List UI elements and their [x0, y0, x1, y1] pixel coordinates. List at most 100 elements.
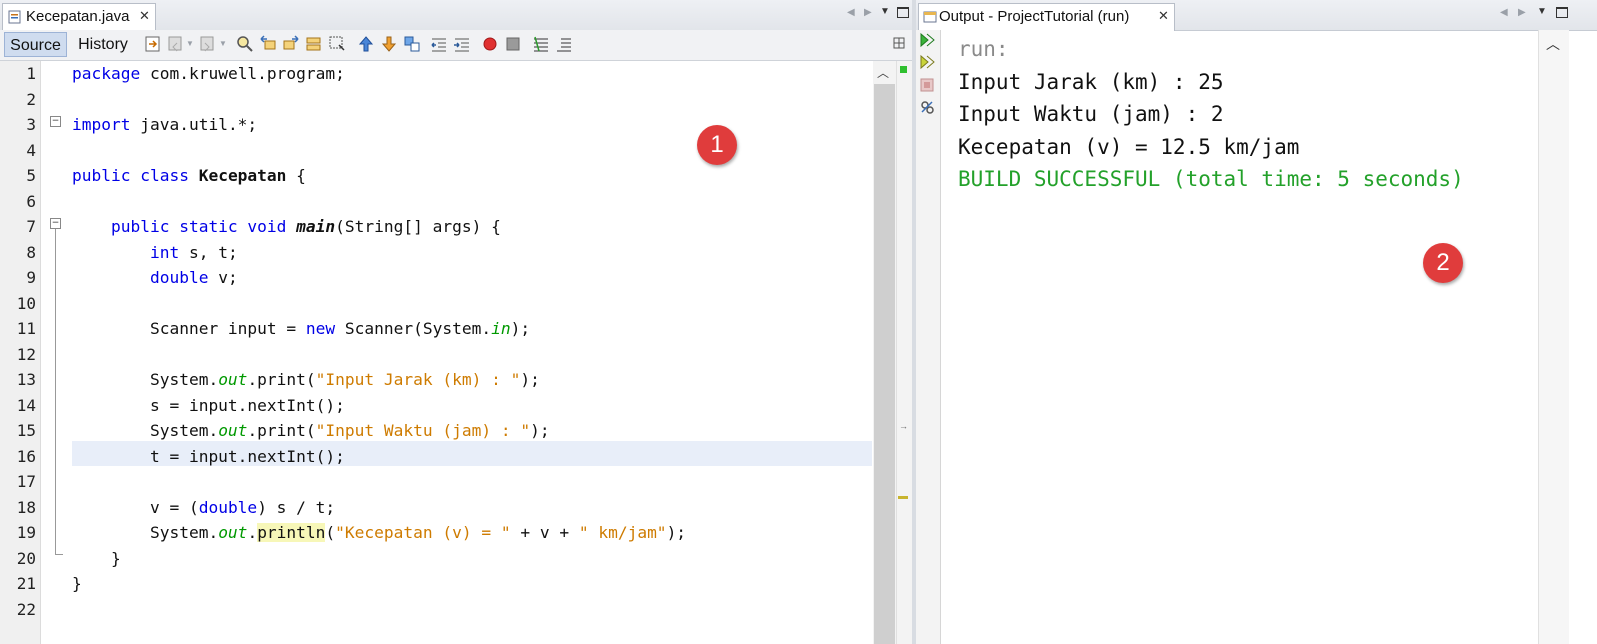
- history-button[interactable]: History: [70, 32, 136, 57]
- back-dropdown-icon[interactable]: ▼: [186, 39, 194, 48]
- code-line-14: s = input.nextInt();: [72, 395, 345, 415]
- line-number[interactable]: 8: [0, 240, 36, 266]
- line-number[interactable]: 9: [0, 265, 36, 291]
- output-vertical-scrollbar[interactable]: [1538, 30, 1569, 644]
- code-line-9: double v;: [149, 268, 238, 287]
- find-next-icon[interactable]: [282, 35, 300, 53]
- stop-macro-recording-icon[interactable]: [504, 35, 522, 53]
- occurrence-mark-icon[interactable]: [898, 496, 908, 499]
- split-editor-icon[interactable]: [893, 37, 905, 49]
- code-line-8: int s, t;: [149, 242, 238, 262]
- output-scroll-tabs-right-icon[interactable]: ▶: [1518, 7, 1526, 18]
- next-bookmark-icon[interactable]: [380, 35, 398, 53]
- last-edit-icon[interactable]: [144, 35, 162, 53]
- line-number[interactable]: 14: [0, 393, 36, 419]
- output-tab-label: Output - ProjectTutorial (run): [939, 8, 1130, 25]
- select-rect-icon[interactable]: [328, 35, 346, 53]
- line-number[interactable]: 3: [0, 112, 36, 138]
- line-number[interactable]: 21: [0, 571, 36, 597]
- annotation-badge-1: 1: [697, 125, 737, 165]
- line-number[interactable]: 6: [0, 189, 36, 215]
- line-number[interactable]: 2: [0, 87, 36, 113]
- shift-right-icon[interactable]: [453, 35, 471, 53]
- forward-icon[interactable]: [199, 35, 217, 53]
- output-line-build-successful: BUILD SUCCESSFUL (total time: 5 seconds): [958, 167, 1464, 191]
- line-number[interactable]: 12: [0, 342, 36, 368]
- stop-icon[interactable]: [919, 77, 935, 93]
- code-line-15: System.out.print("Input Waktu (jam) : ")…: [72, 421, 550, 440]
- java-file-icon: [8, 10, 21, 24]
- code-line-1: package com.kruwell.program;: [72, 64, 345, 83]
- output-line-hasil: Kecepatan (v) = 12.5 km/jam: [958, 134, 1300, 159]
- toggle-bookmark-icon[interactable]: [403, 35, 421, 53]
- find-previous-icon[interactable]: [259, 35, 277, 53]
- output-side-toolbar: [916, 30, 941, 644]
- fold-guide-end: [55, 554, 63, 555]
- output-line-waktu: Input Waktu (jam) : 2: [958, 102, 1224, 126]
- line-number[interactable]: 1: [0, 61, 36, 87]
- close-icon[interactable]: ✕: [1158, 8, 1169, 24]
- close-icon[interactable]: ✕: [139, 8, 150, 24]
- output-tab-list-dropdown-icon[interactable]: ▼: [1537, 6, 1547, 17]
- toggle-highlight-search-icon[interactable]: [305, 35, 323, 53]
- code-line-5: public class Kecepatan {: [72, 166, 306, 185]
- code-line-11: Scanner input = new Scanner(System.in);: [72, 319, 531, 338]
- fold-method-icon[interactable]: −: [50, 218, 61, 229]
- output-console[interactable]: run: Input Jarak (km) : 25 Input Waktu (…: [958, 33, 1464, 196]
- output-line-run: run:: [958, 37, 1009, 61]
- scroll-tabs-left-icon[interactable]: ◀: [847, 7, 855, 18]
- rerun-icon[interactable]: [919, 32, 935, 48]
- fold-guide-line: [55, 229, 56, 554]
- line-number[interactable]: 15: [0, 418, 36, 444]
- back-icon[interactable]: [167, 35, 185, 53]
- line-number[interactable]: 17: [0, 469, 36, 495]
- editor-tab-bar: Kecepatan.java ✕ ◀ ▶ ▼: [0, 0, 912, 31]
- shift-left-icon[interactable]: [430, 35, 448, 53]
- error-stripe[interactable]: [896, 61, 913, 644]
- file-tab-kecepatan[interactable]: Kecepatan.java ✕: [2, 3, 156, 31]
- output-tab[interactable]: Output - ProjectTutorial (run) ✕: [918, 3, 1175, 31]
- code-line-18: v = (double) s / t;: [72, 497, 336, 517]
- comment-icon[interactable]: [532, 35, 550, 53]
- code-editor[interactable]: package com.kruwell.program; import java…: [72, 61, 872, 622]
- rerun-with-params-icon[interactable]: [919, 54, 935, 70]
- scroll-tabs-right-icon[interactable]: ▶: [864, 7, 872, 18]
- tab-list-dropdown-icon[interactable]: ▼: [880, 6, 890, 17]
- line-number[interactable]: 16: [0, 444, 36, 470]
- settings-icon[interactable]: [919, 99, 935, 115]
- file-tab-label: Kecepatan.java: [26, 8, 130, 25]
- output-line-jarak: Input Jarak (km) : 25: [958, 69, 1224, 94]
- source-button[interactable]: Source: [4, 32, 67, 57]
- output-scroll-tabs-left-icon[interactable]: ◀: [1500, 7, 1508, 18]
- maximize-icon[interactable]: [897, 7, 909, 18]
- annotation-badge-2: 2: [1423, 243, 1463, 283]
- line-number[interactable]: 22: [0, 597, 36, 623]
- line-number[interactable]: 11: [0, 316, 36, 342]
- line-number[interactable]: 18: [0, 495, 36, 521]
- line-number[interactable]: 7: [0, 214, 36, 240]
- code-line-13: System.out.print("Input Jarak (km) : ");: [72, 370, 540, 389]
- previous-bookmark-icon[interactable]: [357, 35, 375, 53]
- line-number[interactable]: 20: [0, 546, 36, 572]
- scroll-up-icon[interactable]: ︿: [877, 64, 889, 81]
- code-line-3: import java.util.*;: [72, 115, 258, 134]
- editor-scroll-thumb[interactable]: [874, 84, 895, 644]
- line-number[interactable]: 5: [0, 163, 36, 189]
- line-number[interactable]: 10: [0, 291, 36, 317]
- find-icon[interactable]: [236, 35, 254, 53]
- fold-import-icon[interactable]: −: [50, 116, 61, 127]
- no-errors-indicator-icon[interactable]: [900, 66, 907, 73]
- line-number[interactable]: 13: [0, 367, 36, 393]
- code-line-19: System.out.println("Kecepatan (v) = " + …: [72, 523, 687, 542]
- line-number[interactable]: 4: [0, 138, 36, 164]
- forward-dropdown-icon[interactable]: ▼: [219, 39, 227, 48]
- output-maximize-icon[interactable]: [1556, 7, 1568, 18]
- output-scroll-up-icon[interactable]: ︿: [1546, 34, 1560, 54]
- start-macro-recording-icon[interactable]: [481, 35, 499, 53]
- line-number[interactable]: 19: [0, 520, 36, 546]
- uncomment-icon[interactable]: [555, 35, 573, 53]
